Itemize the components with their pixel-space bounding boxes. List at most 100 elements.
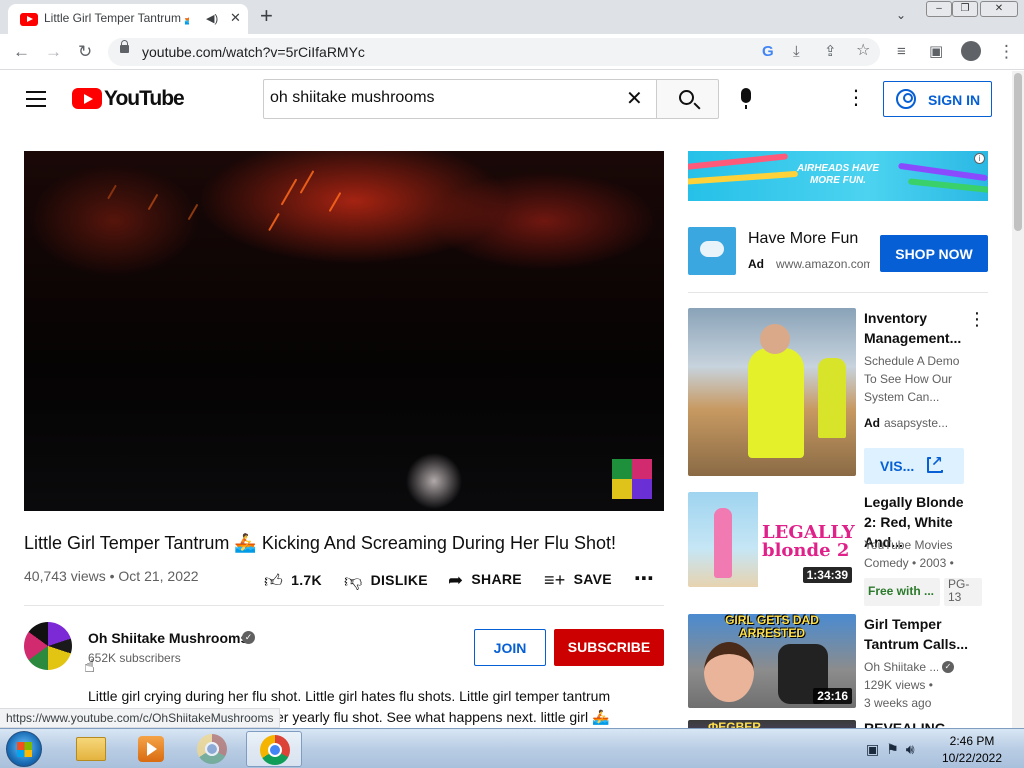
browser-tab-strip: Little Girl Temper Tantrum 🚣 Kicking And… xyxy=(0,0,1024,34)
subscriber-count: 652K subscribers xyxy=(88,651,181,665)
ad-banner-text: AIRHEADS HAVE MORE FUN. xyxy=(796,163,880,186)
google-lens-icon[interactable]: G xyxy=(762,42,774,62)
ad-headline[interactable]: Have More Fun xyxy=(748,230,858,248)
shop-now-button[interactable]: SHOP NOW xyxy=(880,235,988,272)
channel-name: YouTube Movies xyxy=(864,538,953,552)
url-text[interactable]: youtube.com/watch?v=5rCiIfaRMYc xyxy=(142,44,365,60)
save-button[interactable]: ≡+ SAVE xyxy=(544,570,612,591)
more-actions-icon[interactable]: ⋯ xyxy=(634,566,654,591)
page-scrollbar[interactable] xyxy=(1012,71,1024,728)
share-arrow-icon: ➦ xyxy=(448,570,464,590)
ad-banner[interactable]: AIRHEADS HAVE MORE FUN. i xyxy=(688,151,988,201)
taskbar-explorer[interactable] xyxy=(62,731,118,767)
restore-window-button[interactable]: ❐ xyxy=(952,1,978,17)
visit-site-button[interactable]: VIS... xyxy=(864,448,964,484)
recommendation-title[interactable]: Inventory Management... xyxy=(864,308,974,348)
genre-year: Comedy • 2003 • xyxy=(864,556,954,570)
address-bar[interactable]: youtube.com/watch?v=5rCiIfaRMYc G ⤓ ⇪ ☆ xyxy=(108,38,880,66)
reload-icon[interactable]: ↻ xyxy=(78,42,92,62)
channel-watermark-icon[interactable] xyxy=(612,459,652,499)
duration-badge: 23:16 xyxy=(813,688,852,704)
media-player-icon xyxy=(138,736,164,762)
close-window-button[interactable]: ✕ xyxy=(980,1,1018,17)
duration-badge: 1:34:39 xyxy=(802,567,852,583)
speaker-icon[interactable]: ◀) xyxy=(206,12,218,25)
browser-toolbar: ← → ↻ youtube.com/watch?v=5rCiIfaRMYc G … xyxy=(0,34,1024,70)
ad-logo-icon[interactable] xyxy=(688,227,736,275)
link-status-bar: https://www.youtube.com/c/OhShiitakeMush… xyxy=(0,708,281,728)
ad-badge: Ad xyxy=(864,416,880,430)
verified-check-icon: ✓ xyxy=(942,661,954,673)
recommendation-thumbnail[interactable]: LEGALLY blonde 2 1:34:39 xyxy=(688,492,856,587)
clock-date[interactable]: 10/22/2022 xyxy=(932,751,1012,765)
start-button[interactable] xyxy=(6,731,42,767)
lock-icon[interactable] xyxy=(120,40,129,53)
search-input[interactable] xyxy=(270,89,610,107)
youtube-logo-icon[interactable] xyxy=(72,88,102,109)
rating-badge: PG-13 xyxy=(944,578,982,606)
more-options-icon[interactable]: ⋮ xyxy=(968,309,986,329)
share-button[interactable]: ➦ SHARE xyxy=(448,570,522,591)
close-tab-icon[interactable]: ✕ xyxy=(230,10,241,26)
tab-search-chevron-icon[interactable]: ⌄ xyxy=(896,8,906,22)
clear-search-icon[interactable]: ✕ xyxy=(626,86,643,111)
recommendation-thumbnail[interactable]: GIRL GETS DAD ARRESTED 23:16 xyxy=(688,614,856,708)
view-count: 129K views • xyxy=(864,678,933,692)
windows-logo-icon xyxy=(17,742,32,757)
recommendation-thumbnail[interactable] xyxy=(688,308,856,476)
scrollbar-thumb[interactable] xyxy=(1014,73,1022,231)
thumbnail-title-text: LEGALLY blonde 2 xyxy=(762,522,855,561)
hand-cursor-icon: ☝ xyxy=(84,656,95,676)
share-icon[interactable]: ⇪ xyxy=(824,42,837,62)
menu-icon[interactable]: ⋮ xyxy=(998,42,1015,62)
taskbar-chrome-pinned[interactable] xyxy=(184,731,240,767)
external-link-icon xyxy=(927,453,943,473)
search-button[interactable] xyxy=(656,79,719,119)
view-count-date: 40,743 views • Oct 21, 2022 xyxy=(24,568,199,584)
recommendation-title[interactable]: Girl Temper Tantrum Calls... xyxy=(864,614,974,654)
playlist-add-icon: ≡+ xyxy=(544,570,566,590)
browser-tab-active[interactable]: Little Girl Temper Tantrum 🚣 Kicking And… xyxy=(8,4,248,34)
ad-url: www.amazon.com xyxy=(776,257,870,271)
join-button[interactable]: JOIN xyxy=(474,629,546,666)
side-panel-icon[interactable]: ▣ xyxy=(929,42,943,62)
profile-icon[interactable] xyxy=(961,41,981,61)
sign-in-button[interactable]: SIGN IN xyxy=(883,81,992,117)
minimize-window-button[interactable]: – xyxy=(926,1,952,17)
recommendation-title[interactable]: REVEALING MY... xyxy=(864,720,974,728)
channel-name[interactable]: Oh Shiitake Mushrooms xyxy=(88,630,248,646)
chrome-icon xyxy=(197,734,227,764)
clock-time[interactable]: 2:46 PM xyxy=(932,734,1012,748)
taskbar-chrome-active[interactable] xyxy=(246,731,302,767)
verified-check-icon: ✓ xyxy=(242,631,255,644)
ad-description-line: System Can... xyxy=(864,390,940,404)
ad-info-icon[interactable]: i xyxy=(974,153,985,164)
like-button[interactable]: 👍︎ 1.7K xyxy=(264,570,322,592)
install-icon[interactable]: ⤓ xyxy=(793,42,800,62)
ad-description-line: To See How Our xyxy=(864,372,953,386)
back-icon[interactable]: ← xyxy=(13,42,30,62)
tab-title: Little Girl Temper Tantrum 🚣 Kicking And… xyxy=(44,11,189,25)
taskbar-media-player[interactable] xyxy=(122,731,178,767)
search-box: ✕ xyxy=(263,79,657,119)
microphone-icon[interactable] xyxy=(741,88,751,109)
channel-avatar[interactable] xyxy=(24,622,72,670)
subscribe-button[interactable]: SUBSCRIBE xyxy=(554,629,664,666)
system-tray[interactable]: ▣⚑🔊︎ xyxy=(866,741,922,758)
new-tab-button[interactable]: + xyxy=(260,4,273,28)
forward-icon[interactable]: → xyxy=(45,42,62,62)
settings-more-icon[interactable]: ⋮ xyxy=(846,85,866,111)
youtube-wordmark[interactable]: YouTube xyxy=(104,87,185,111)
search-icon xyxy=(679,90,694,105)
thumbs-up-icon: 👍︎ xyxy=(264,571,284,591)
thumbnail-title-text: GIRL GETS DAD ARRESTED xyxy=(725,614,819,640)
bookmark-star-icon[interactable]: ☆ xyxy=(856,41,870,61)
chrome-icon xyxy=(260,735,290,765)
folder-icon xyxy=(76,737,106,761)
video-player[interactable] xyxy=(24,151,664,511)
media-controls-icon[interactable]: ≡ xyxy=(897,42,906,62)
hamburger-menu-icon[interactable] xyxy=(26,91,46,107)
divider xyxy=(688,292,988,293)
dislike-button[interactable]: 👎︎ DISLIKE xyxy=(344,570,428,592)
account-circle-icon xyxy=(896,89,916,109)
